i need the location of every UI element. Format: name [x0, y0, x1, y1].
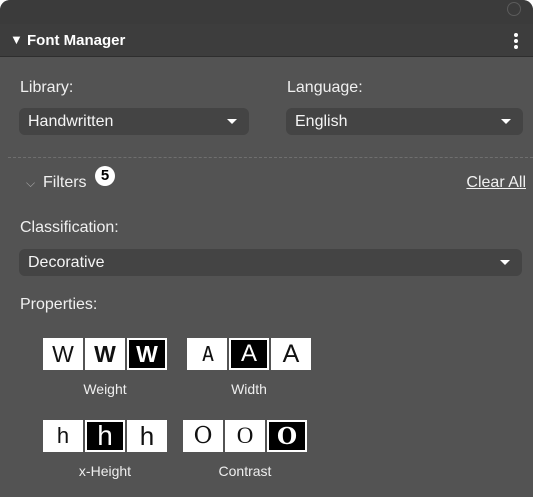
filters-toggle[interactable]: Filters — [43, 174, 87, 192]
language-select[interactable]: English — [286, 108, 523, 135]
clear-all-link[interactable]: Clear All — [466, 174, 526, 192]
x-height-property: h h h x-Height — [43, 420, 167, 479]
contrast-medium-option[interactable]: O — [225, 420, 265, 452]
filters-chevron-icon[interactable]: ⌵ — [26, 176, 35, 191]
classification-select[interactable]: Decorative — [19, 249, 522, 276]
weight-bold-option[interactable]: W — [127, 338, 167, 370]
width-normal-option[interactable]: A — [229, 338, 269, 370]
properties-label: Properties: — [20, 296, 98, 313]
chevron-down-icon — [501, 119, 511, 124]
contrast-caption: Contrast — [218, 463, 272, 479]
section-divider — [8, 157, 533, 158]
width-caption: Width — [231, 381, 267, 397]
width-wide-option[interactable]: A — [271, 338, 311, 370]
power-icon[interactable] — [507, 2, 521, 16]
contrast-high-option[interactable]: O — [267, 420, 307, 452]
library-value: Handwritten — [28, 113, 114, 130]
weight-caption: Weight — [83, 381, 127, 397]
language-value: English — [295, 113, 348, 130]
collapse-triangle-icon[interactable]: ▼ — [10, 32, 23, 47]
x-height-high-option[interactable]: h — [127, 420, 167, 452]
library-select[interactable]: Handwritten — [19, 108, 249, 135]
width-property: A A A Width — [187, 338, 311, 397]
chevron-down-icon — [500, 260, 510, 265]
x-height-caption: x-Height — [78, 463, 132, 479]
language-label: Language: — [287, 79, 363, 96]
weight-medium-option[interactable]: W — [85, 338, 125, 370]
contrast-low-option[interactable]: O — [183, 420, 223, 452]
panel-header[interactable]: ▼ Font Manager — [0, 24, 533, 57]
weight-light-option[interactable]: W — [43, 338, 83, 370]
window-top-strip — [0, 0, 533, 25]
x-height-low-option[interactable]: h — [43, 420, 83, 452]
font-manager-panel: ▼ Font Manager Library: Handwritten Lang… — [0, 0, 533, 497]
width-narrow-option[interactable]: A — [187, 338, 227, 370]
panel-title: Font Manager — [27, 32, 126, 49]
classification-label: Classification: — [20, 219, 119, 236]
classification-value: Decorative — [28, 254, 105, 271]
weight-property: W W W Weight — [43, 338, 167, 397]
contrast-property: O O O Contrast — [183, 420, 307, 479]
filter-count-badge: 5 — [95, 166, 115, 186]
chevron-down-icon — [227, 119, 237, 124]
library-label: Library: — [20, 79, 74, 96]
more-options-icon[interactable] — [513, 33, 519, 49]
x-height-medium-option[interactable]: h — [85, 420, 125, 452]
